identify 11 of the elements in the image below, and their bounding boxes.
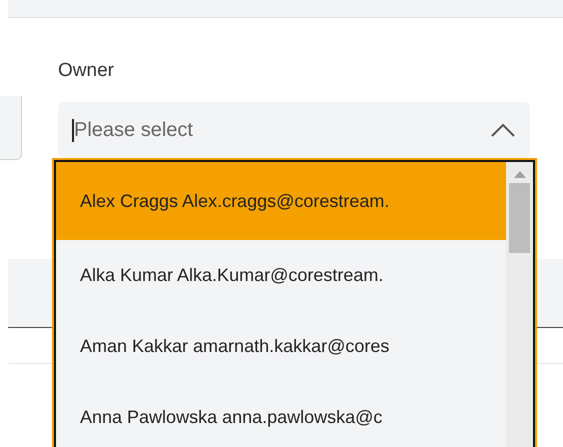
dropdown-option[interactable]: Aman Kakkar amarnath.kakkar@cores (56, 311, 506, 382)
owner-select[interactable]: Please select (58, 102, 530, 158)
scrollbar[interactable] (506, 162, 533, 447)
scroll-up-icon[interactable] (514, 171, 526, 178)
scrollbar-thumb[interactable] (509, 183, 530, 253)
select-input[interactable]: Please select (72, 118, 490, 142)
dropdown-option[interactable]: Alex Craggs Alex.craggs@corestream. (56, 162, 506, 240)
input-field[interactable] (0, 96, 22, 160)
field-label: Owner (58, 60, 115, 82)
dropdown-option[interactable]: Anna Pawlowska anna.pawlowska@c (56, 382, 506, 447)
dropdown-option[interactable]: Alka Kumar Alka.Kumar@corestream. (56, 240, 506, 311)
